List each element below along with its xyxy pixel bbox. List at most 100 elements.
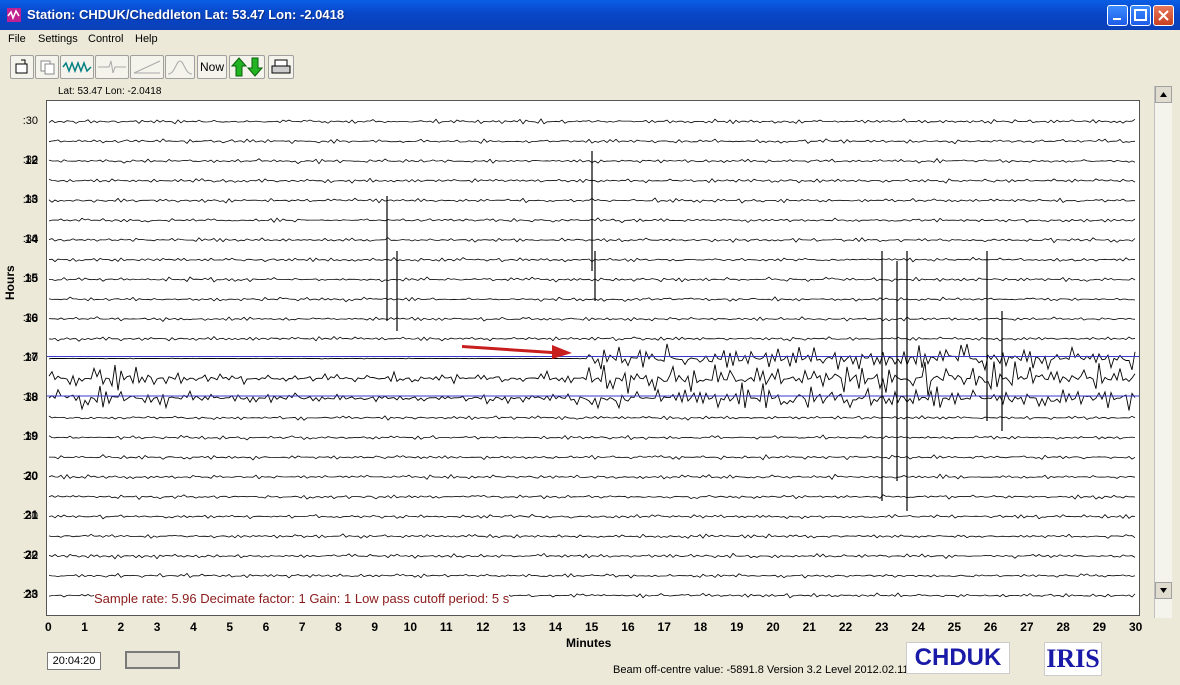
print-button[interactable] [268,55,294,79]
trace-row [48,361,1136,397]
y-axis-title: Hours [3,265,17,300]
now-button[interactable]: Now [197,55,227,79]
maximize-button[interactable] [1130,5,1151,26]
clock-display: 20:04:20 [47,652,101,670]
minute-tick-label: 20 [766,620,780,634]
trend-button[interactable] [130,55,164,79]
minute-tick-label: 18 [693,620,708,634]
printer-icon [271,59,291,74]
plot-latlon-header: Lat: 53.47 Lon: -2.0418 [58,86,162,97]
minute-tick-label: 0 [45,620,52,634]
minute-tick-label: 13 [512,620,526,634]
iris-logo: IRIS [1044,642,1102,676]
half-hour-label: :30 [22,509,38,522]
up-down-arrows-icon [231,57,263,77]
minute-tick-label: 2 [117,620,125,634]
trace-row [48,336,1136,342]
spectrum-button[interactable] [165,55,195,79]
toolbar: Now [0,52,1180,82]
half-hour-label: :30 [22,549,38,562]
vertical-scrollbar[interactable] [1154,86,1172,618]
trace-row [48,415,1136,421]
minute-tick-label: 29 [1092,620,1107,634]
window-title: Station: CHDUK/Cheddleton Lat: 53.47 Lon… [27,7,345,22]
half-hour-label: :30 [22,391,38,404]
half-hour-label: :30 [22,312,38,325]
menu-settings[interactable]: Settings [38,33,78,45]
minute-tick-label: 27 [1020,620,1034,634]
open-button[interactable] [10,55,34,79]
half-hour-label: :30 [22,233,38,246]
close-button[interactable] [1153,5,1174,26]
trace-row [48,572,1136,579]
minute-tick-label: 22 [838,620,853,634]
minute-tick-label: 5 [226,620,234,634]
minute-tick-label: 15 [585,620,599,634]
scroll-down-button[interactable] [1155,582,1172,599]
half-hour-label: :30 [22,351,38,364]
half-hour-label: :30 [22,114,38,127]
trace-row [48,533,1136,539]
minute-tick-label: 10 [403,620,418,634]
minute-tick-label: 26 [983,620,998,634]
minute-tick-label: 14 [548,620,563,634]
title-bar[interactable]: Station: CHDUK/Cheddleton Lat: 53.47 Lon… [0,0,1180,30]
copy-button[interactable] [35,55,59,79]
minute-tick-label: 19 [730,620,744,634]
waveform-button[interactable] [60,55,94,79]
half-hour-label: :30 [22,430,38,443]
minute-tick-label: 7 [298,620,306,634]
minute-tick-label: 8 [335,620,342,634]
trend-icon [133,60,161,74]
menu-control[interactable]: Control [88,33,123,45]
trace-row [48,382,1136,411]
arrow-down-icon [1160,588,1167,593]
close-icon [1158,10,1169,21]
scale-button[interactable] [229,55,265,79]
minimize-icon [1113,18,1121,20]
filter-button[interactable] [95,55,129,79]
half-hour-label: :30 [22,588,38,601]
minute-tick-label: 9 [371,620,379,634]
trace-row [48,316,1136,322]
scroll-up-button[interactable] [1155,86,1172,103]
trace-row [48,473,1136,480]
menu-help[interactable]: Help [135,33,158,45]
half-hour-label: :30 [22,470,38,483]
trace-row [48,434,1136,441]
trace-row [49,454,1136,461]
helicorder-traces [47,118,1139,599]
half-hour-label: :30 [22,193,38,206]
open-icon [15,59,28,74]
minute-tick-label: 1 [81,620,88,634]
minute-tick-label: 24 [911,620,925,634]
minute-tick-label: 28 [1056,620,1070,634]
trace-row [48,513,1136,520]
maximize-icon [1134,9,1147,21]
minute-tick-label: 17 [657,620,671,634]
chduk-logo: CHDUK [906,642,1010,674]
status-indicator [125,651,180,669]
minimize-button[interactable] [1107,5,1128,26]
sample-info: Sample rate: 5.96 Decimate factor: 1 Gai… [94,591,510,606]
minute-tick-label: 21 [802,620,816,634]
trace-row [48,296,1136,303]
trace-row [48,494,1136,500]
helicorder-plot[interactable] [46,100,1140,616]
minute-tick-label: 4 [190,620,197,634]
trace-row [49,276,1136,283]
spectrum-icon [167,60,193,75]
impulse-icon [98,60,126,74]
minute-tick-label: 11 [439,620,453,634]
trace-row [48,552,1136,560]
minute-tick-label: 3 [153,620,161,634]
minute-tick-label: 23 [875,620,889,634]
minute-tick-label: 6 [262,620,270,634]
half-hour-label: :30 [22,154,38,167]
copy-icon [40,60,55,75]
menu-file[interactable]: File [8,33,26,45]
menu-bar: File Settings Control Help [0,30,1180,49]
x-axis-title: Minutes [566,636,612,650]
minute-tick-label: 12 [476,620,490,634]
trace-row [48,138,1136,145]
